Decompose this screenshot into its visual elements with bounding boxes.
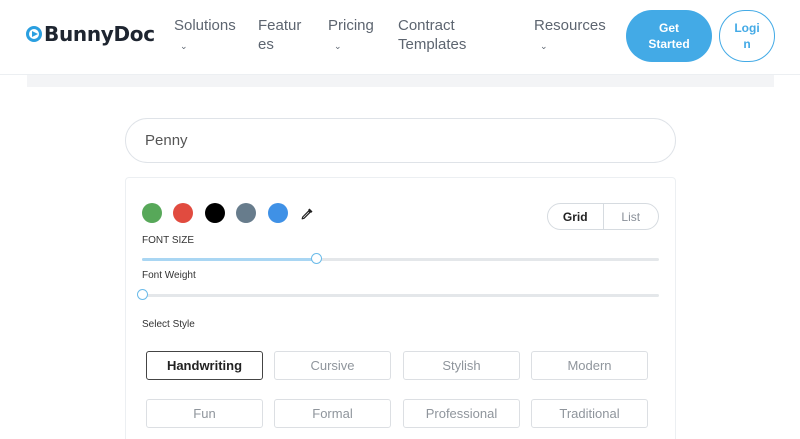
style-option-professional[interactable]: Professional xyxy=(403,399,520,428)
logo-text: BunnyDoc xyxy=(44,22,155,46)
style-option-handwriting[interactable]: Handwriting xyxy=(146,351,263,380)
font-weight-slider[interactable] xyxy=(137,289,659,300)
eyedropper-icon[interactable] xyxy=(300,207,314,221)
color-swatch-red[interactable] xyxy=(173,203,193,223)
nav-contract-templates[interactable]: Contract Templates xyxy=(398,16,508,54)
grid-view-button[interactable]: Grid xyxy=(548,204,604,229)
color-swatch-black[interactable] xyxy=(205,203,225,223)
nav-pricing-label: Pricing xyxy=(328,17,374,34)
style-option-fun[interactable]: Fun xyxy=(146,399,263,428)
font-weight-label: Font Weight xyxy=(142,270,196,281)
chevron-down-icon: ⌄ xyxy=(540,41,548,51)
select-style-label: Select Style xyxy=(142,319,195,330)
get-started-button[interactable]: Get Started xyxy=(626,10,712,62)
font-size-slider[interactable] xyxy=(142,253,659,264)
font-size-label: FONT SIZE xyxy=(142,235,195,246)
nav-solutions-label: Solutions xyxy=(174,17,236,34)
nav-features[interactable]: Features xyxy=(258,16,306,54)
nav-features-label: Features xyxy=(258,17,302,53)
color-swatch-blue[interactable] xyxy=(268,203,288,223)
list-view-button[interactable]: List xyxy=(604,204,659,229)
style-option-formal[interactable]: Formal xyxy=(274,399,391,428)
nav-solutions[interactable]: Solutions ⌄ xyxy=(174,16,238,56)
color-swatch-slate[interactable] xyxy=(236,203,256,223)
nav-resources-label: Resources xyxy=(534,17,606,34)
logo-icon xyxy=(26,26,42,42)
font-size-slider-fill xyxy=(142,258,317,261)
nav-contract-templates-label: Contract Templates xyxy=(398,17,467,53)
chevron-down-icon: ⌄ xyxy=(180,41,188,51)
style-option-traditional[interactable]: Traditional xyxy=(531,399,648,428)
style-option-modern[interactable]: Modern xyxy=(531,351,648,380)
font-weight-slider-thumb[interactable] xyxy=(137,289,148,300)
header-divider-band xyxy=(27,75,774,87)
nav-pricing[interactable]: Pricing ⌄ xyxy=(328,16,378,56)
signature-name-input[interactable] xyxy=(125,118,676,163)
logo[interactable]: BunnyDoc xyxy=(26,22,155,46)
style-option-stylish[interactable]: Stylish xyxy=(403,351,520,380)
login-button[interactable]: Login xyxy=(719,10,775,62)
style-option-cursive[interactable]: Cursive xyxy=(274,351,391,380)
view-toggle: Grid List xyxy=(547,203,659,230)
chevron-down-icon: ⌄ xyxy=(334,41,342,51)
site-header: BunnyDoc Solutions ⌄ Features Pricing ⌄ … xyxy=(0,0,800,75)
color-swatch-green[interactable] xyxy=(142,203,162,223)
nav-resources[interactable]: Resources ⌄ xyxy=(534,16,606,56)
